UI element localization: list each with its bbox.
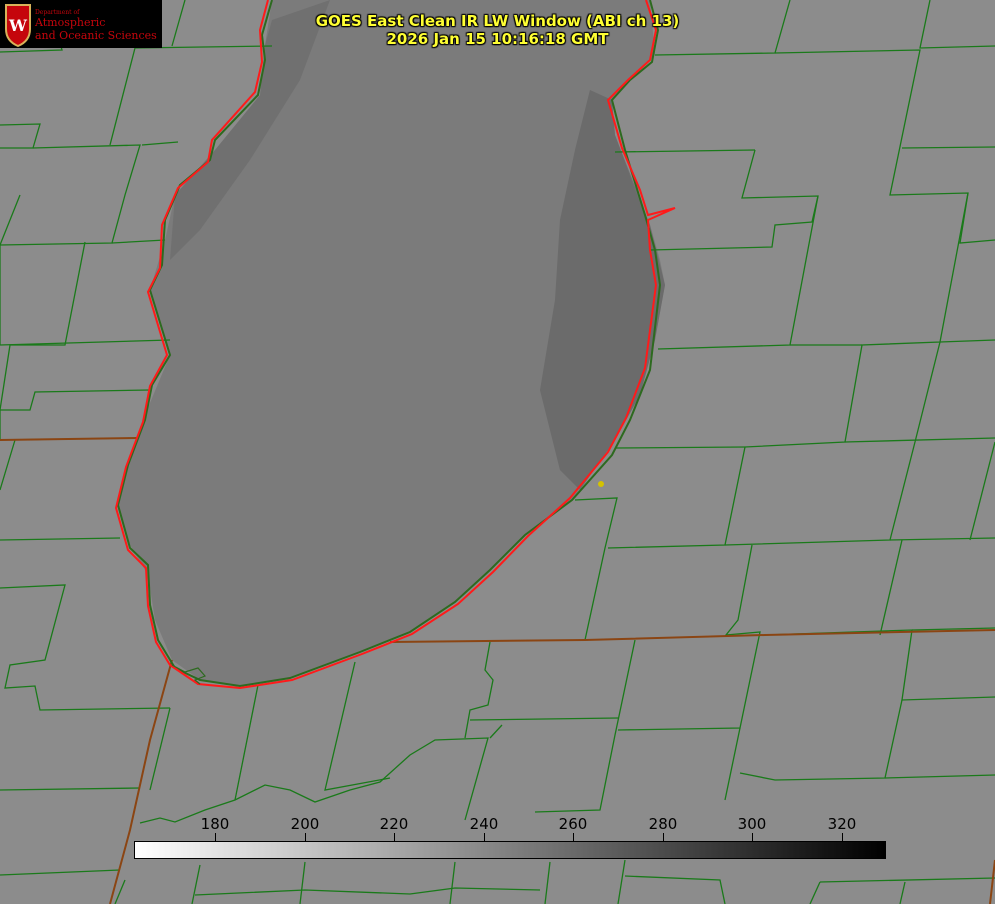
colorbar-tick-label: 220 bbox=[379, 815, 409, 833]
colorbar-tick-mark bbox=[573, 833, 574, 841]
colorbar-tick-label: 180 bbox=[200, 815, 230, 833]
colorbar-tick-label: 320 bbox=[827, 815, 857, 833]
image-title: GOES East Clean IR LW Window (ABI ch 13) bbox=[315, 12, 680, 30]
image-timestamp: 2026 Jan 15 10:16:18 GMT bbox=[386, 30, 609, 48]
colorbar-tick-mark bbox=[752, 833, 753, 841]
colorbar-tick-mark bbox=[394, 833, 395, 841]
colorbar-tick-mark bbox=[842, 833, 843, 841]
marker bbox=[598, 481, 604, 487]
colorbar-tick-mark bbox=[663, 833, 664, 841]
colorbar-tick-mark bbox=[305, 833, 306, 841]
satellite-map: W Department of Atmospheric and Oceanic … bbox=[0, 0, 995, 904]
colorbar-tick-label: 260 bbox=[558, 815, 588, 833]
map-canvas bbox=[0, 0, 995, 904]
colorbar bbox=[134, 841, 886, 859]
colorbar-tick-label: 200 bbox=[290, 815, 320, 833]
colorbar-tick-label: 240 bbox=[469, 815, 499, 833]
colorbar-tick-label: 300 bbox=[737, 815, 767, 833]
colorbar-tick-mark bbox=[484, 833, 485, 841]
colorbar-tick-label: 280 bbox=[648, 815, 678, 833]
colorbar-tick-mark bbox=[215, 833, 216, 841]
